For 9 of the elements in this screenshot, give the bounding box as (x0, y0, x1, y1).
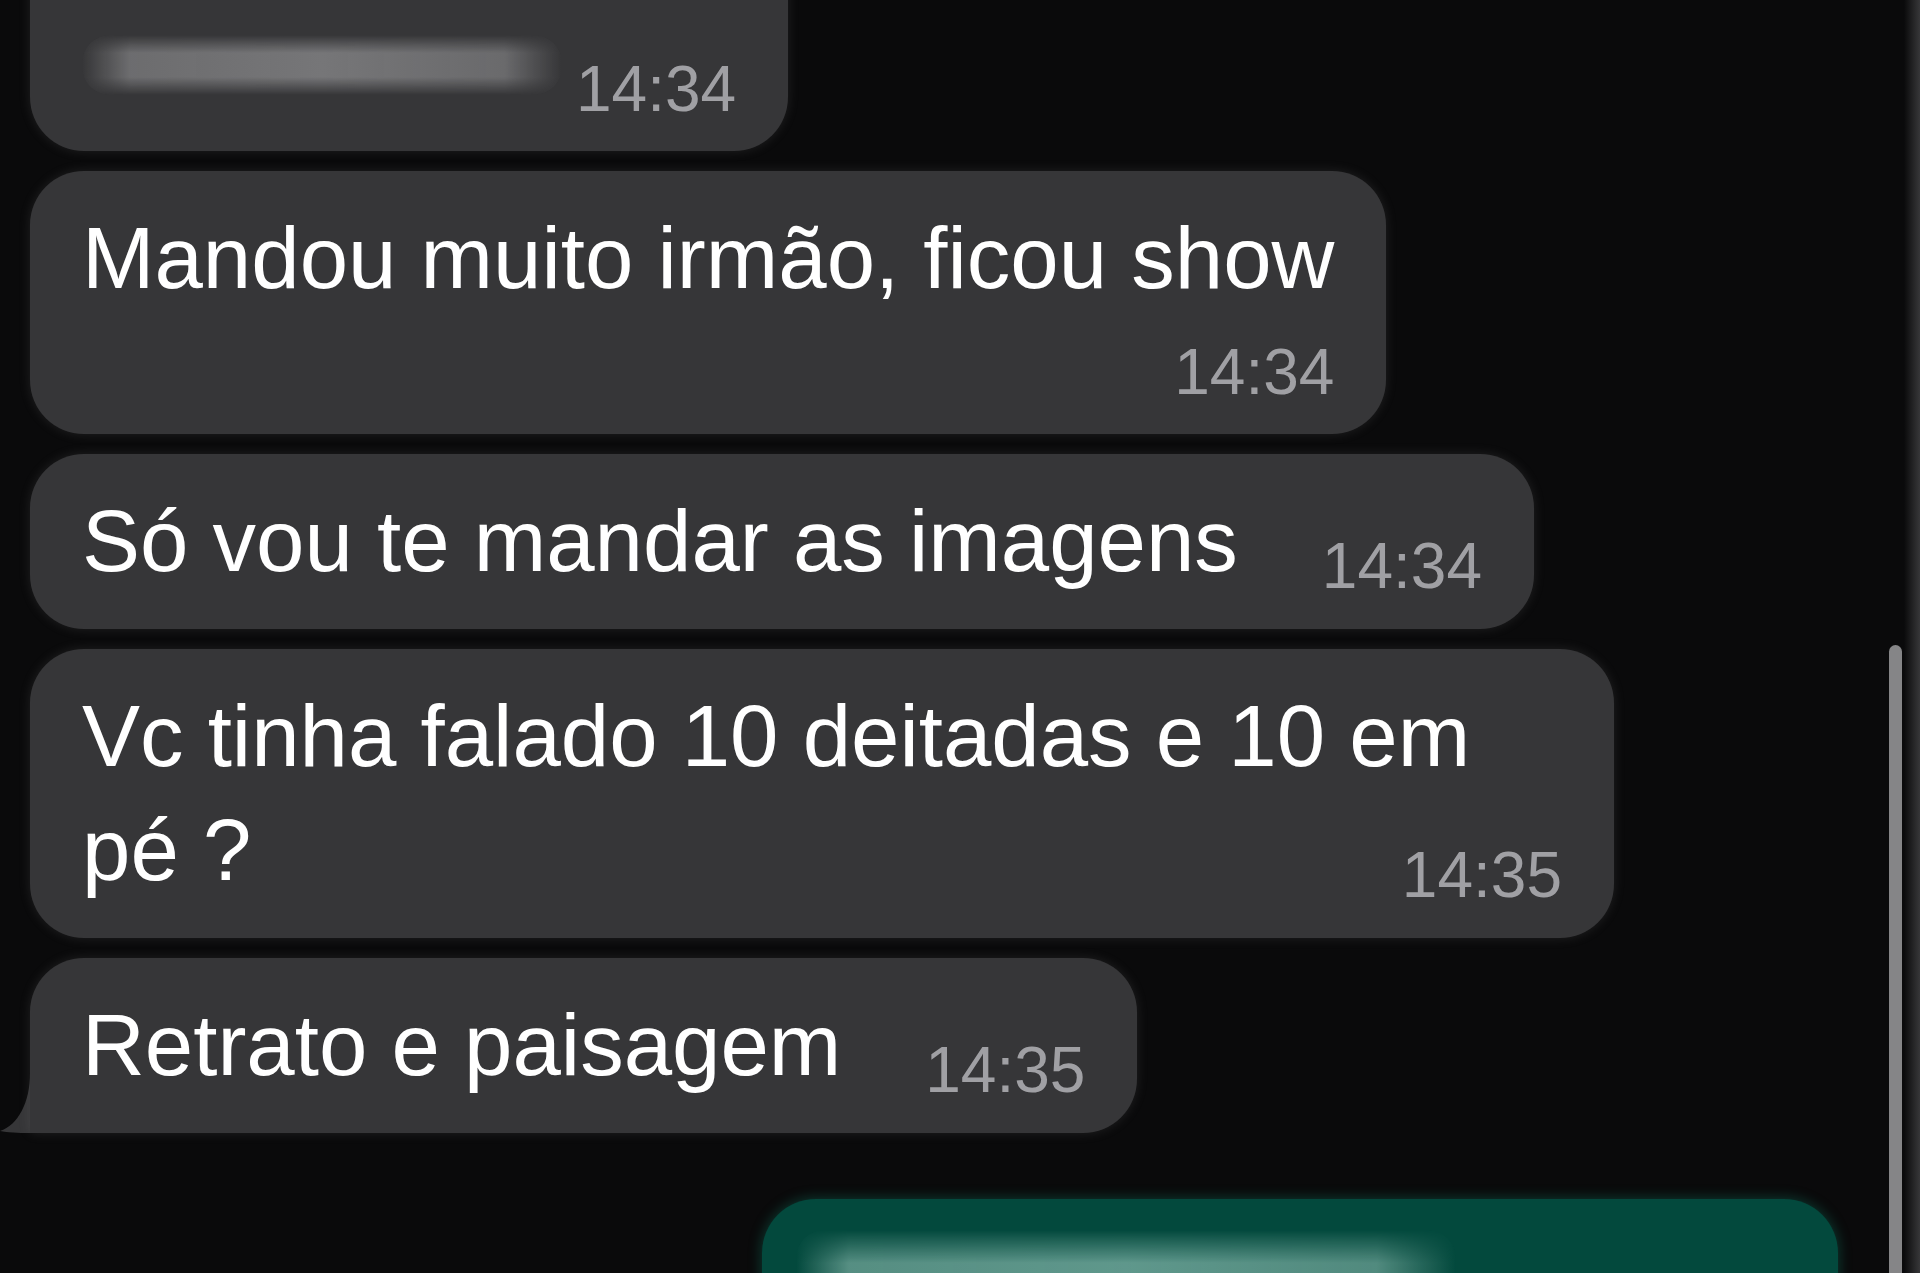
message-text: Retrato e paisagem (82, 996, 842, 1094)
scrollbar-thumb[interactable] (1889, 645, 1902, 1273)
message-text: Mandou muito irmão, ficou show (82, 209, 1335, 306)
message-time: 14:35 (1401, 843, 1562, 908)
message-time: 14:35 (925, 1038, 1086, 1103)
message-time: 14:34 (1174, 339, 1335, 404)
message-text: Só vou te mandar as imagens (82, 491, 1238, 589)
message-time: 14:34 (1321, 533, 1482, 598)
message-time: 14:34 (576, 57, 737, 121)
